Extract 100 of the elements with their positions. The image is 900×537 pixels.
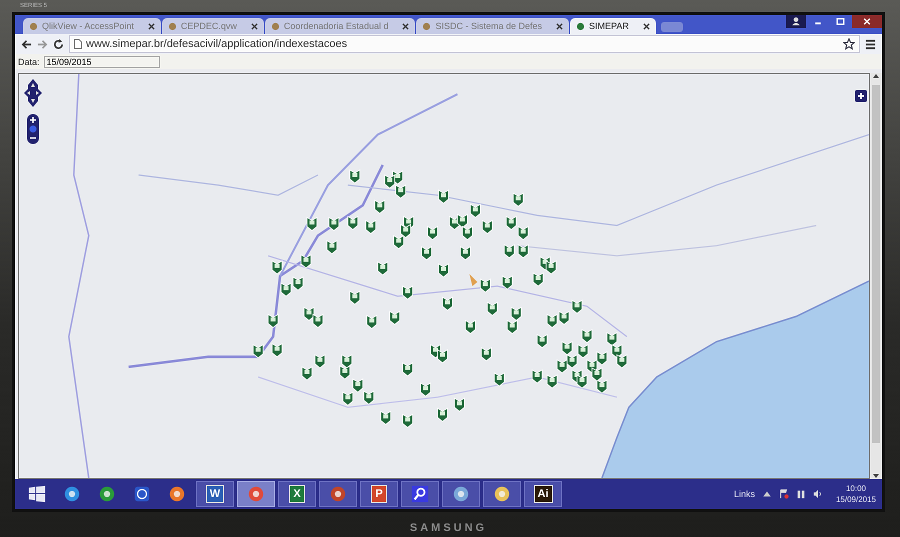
map-pin-icon[interactable] xyxy=(437,349,448,364)
map-pin-icon[interactable] xyxy=(572,300,582,314)
map-pin-icon[interactable] xyxy=(480,347,492,362)
flag-icon[interactable] xyxy=(778,489,789,499)
map-pin-icon[interactable] xyxy=(252,344,264,358)
map-pin-icon[interactable] xyxy=(596,351,608,366)
map-pin-icon[interactable] xyxy=(272,260,282,274)
menu-icon[interactable] xyxy=(865,38,876,50)
scrollbar-thumb[interactable] xyxy=(872,85,880,443)
map-pin-icon[interactable] xyxy=(437,408,448,422)
map-pin-icon[interactable] xyxy=(395,184,406,199)
map-pin-icon[interactable] xyxy=(300,254,312,268)
taskbar-app-button[interactable]: Ai xyxy=(524,481,562,507)
map-pin-icon[interactable] xyxy=(384,174,396,189)
taskbar-app-button[interactable] xyxy=(442,481,480,507)
map-pin-icon[interactable] xyxy=(402,362,414,376)
map-pin-icon[interactable] xyxy=(421,246,432,260)
map-pin-icon[interactable] xyxy=(558,310,570,325)
map-pin-icon[interactable] xyxy=(438,189,449,204)
map-pin-icon[interactable] xyxy=(616,354,628,368)
map-pin-icon[interactable] xyxy=(389,310,400,325)
address-bar[interactable]: www.simepar.br/defesacivil/application/indexestacoes xyxy=(69,35,860,53)
map-pin-icon[interactable] xyxy=(482,220,493,234)
date-field[interactable]: 15/09/2015 xyxy=(44,56,160,68)
map-pin-icon[interactable] xyxy=(510,306,522,321)
user-icon[interactable] xyxy=(786,15,806,28)
map-pin-icon[interactable] xyxy=(480,278,491,293)
taskbar-app-button[interactable] xyxy=(483,481,521,507)
map-pin-icon[interactable] xyxy=(556,359,568,374)
map-pin-icon[interactable] xyxy=(363,390,374,405)
clock-date[interactable]: 15/09/2015 xyxy=(836,494,876,505)
map-pin-icon[interactable] xyxy=(506,216,517,230)
map-pin-icon[interactable] xyxy=(562,340,572,356)
close-icon[interactable] xyxy=(852,15,882,28)
close-icon[interactable] xyxy=(250,22,258,30)
map-pin-icon[interactable] xyxy=(272,342,282,358)
map-pin-icon[interactable] xyxy=(326,240,338,254)
map-pin-icon[interactable] xyxy=(454,398,465,412)
zoom-control-icon[interactable] xyxy=(27,114,39,144)
map-pin-icon[interactable] xyxy=(518,226,529,240)
map-pin-icon[interactable] xyxy=(546,374,558,389)
map-pin-icon[interactable] xyxy=(592,367,602,382)
map-pin-icon[interactable] xyxy=(393,234,404,250)
map-pin-icon[interactable] xyxy=(420,382,431,397)
pan-control-icon[interactable] xyxy=(23,78,43,108)
map-pin-icon[interactable] xyxy=(349,169,360,184)
map-pin-icon[interactable] xyxy=(427,226,438,240)
reload-icon[interactable] xyxy=(53,38,64,50)
map-pin-icon[interactable] xyxy=(596,379,608,394)
map-pin-icon[interactable] xyxy=(366,314,378,330)
map-pin-icon[interactable] xyxy=(465,320,476,334)
map-pin-icon[interactable] xyxy=(268,314,278,328)
map-pin-icon[interactable] xyxy=(365,220,376,234)
toolbar-label[interactable]: Links xyxy=(734,489,755,499)
map-pin-icon[interactable] xyxy=(536,334,548,348)
map-pin-icon[interactable] xyxy=(512,192,524,207)
map-pin-icon[interactable] xyxy=(494,372,505,387)
speaker-icon[interactable] xyxy=(812,489,823,499)
taskbar-app-button[interactable] xyxy=(319,481,357,507)
map-pin-icon[interactable] xyxy=(438,263,449,278)
map-pin-icon[interactable] xyxy=(582,328,592,344)
map-pin-icon[interactable] xyxy=(349,290,360,305)
map-pin-icon[interactable] xyxy=(546,260,556,274)
map-pin-icon[interactable] xyxy=(302,366,312,381)
map-pin-icon[interactable] xyxy=(400,224,412,238)
map-pin-icon[interactable] xyxy=(402,414,414,428)
map-pin-icon[interactable] xyxy=(312,314,324,328)
map-pin-icon[interactable] xyxy=(532,272,544,287)
map-pin-icon[interactable] xyxy=(374,200,386,214)
star-icon[interactable] xyxy=(843,38,855,50)
map-pin-icon[interactable] xyxy=(352,378,364,393)
map-pin-icon[interactable] xyxy=(457,214,468,228)
map-pin-icon[interactable] xyxy=(576,374,588,389)
map-pin-icon[interactable] xyxy=(518,244,529,258)
scroll-up-icon[interactable] xyxy=(872,73,880,79)
map-pin-icon[interactable] xyxy=(546,314,558,328)
map-pin-icon[interactable] xyxy=(470,204,481,218)
map-pin-icon[interactable] xyxy=(292,276,304,291)
map-pin-icon[interactable] xyxy=(506,320,518,334)
map-pin-icon[interactable] xyxy=(342,391,354,406)
clock-time[interactable]: 10:00 xyxy=(846,483,866,494)
map-pin-icon[interactable] xyxy=(402,285,414,300)
taskbar-app-button[interactable] xyxy=(401,481,439,507)
map-pin-icon[interactable] xyxy=(328,216,340,232)
map-pin-icon[interactable] xyxy=(377,261,388,276)
close-icon[interactable] xyxy=(642,22,650,30)
map-pin-icon[interactable] xyxy=(380,410,392,425)
map-pin-icon[interactable] xyxy=(442,296,453,311)
map-pin-icon[interactable] xyxy=(502,275,513,290)
map-pin-icon[interactable] xyxy=(280,282,292,297)
back-icon[interactable] xyxy=(21,38,32,50)
close-icon[interactable] xyxy=(402,22,410,30)
map-pin-icon[interactable] xyxy=(460,246,471,260)
map-pin-icon[interactable] xyxy=(462,226,473,240)
close-icon[interactable] xyxy=(556,22,564,30)
map-pin-icon[interactable] xyxy=(606,332,618,346)
taskbar-app-button[interactable]: P xyxy=(360,481,398,507)
taskbar-app-button[interactable]: X xyxy=(278,481,316,507)
map-pin-icon[interactable] xyxy=(339,365,350,380)
map-pin-icon[interactable] xyxy=(306,216,318,232)
